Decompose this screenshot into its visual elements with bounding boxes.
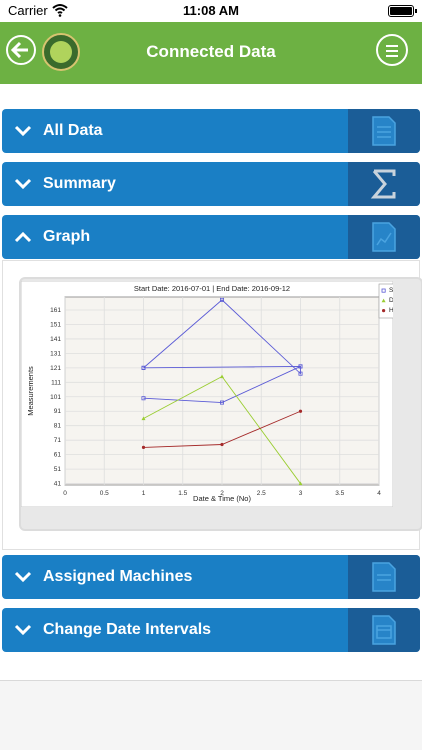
section-label: Change Date Intervals [43,621,212,638]
nav-bar: Connected Data [0,22,422,84]
line-chart: 0 0.5 1 1.5 2 2.5 3 3.5 441516171819110111112113… [21,281,393,507]
section-icon-box [348,215,420,259]
x-tick-label: 2.5 [257,490,266,497]
y-axis-label: Measurements [26,366,35,416]
sigma-icon [370,169,396,199]
section-label: Summary [43,175,116,192]
y-tick-label: 111 [51,379,61,386]
clock: 11:08 AM [183,3,239,18]
chevron-down-icon [14,178,32,190]
y-tick-label: 61 [54,452,62,459]
y-tick-label: 101 [50,394,61,401]
chevron-down-icon [14,624,32,636]
y-tick-label: 71 [54,437,62,444]
x-tick-label: 3 [299,490,303,497]
data-point-hr [298,409,303,413]
legend-label-dia: DIA [389,297,393,304]
y-tick-label: 51 [54,466,62,473]
menu-button[interactable] [376,34,408,66]
hamburger-line [386,55,398,57]
y-tick-label: 41 [54,481,62,488]
chart-title: Start Date: 2016-07-01 | End Date: 2016-… [134,284,290,293]
section-summary[interactable]: Summary [2,162,420,206]
hamburger-line [386,50,398,52]
chevron-down-icon [14,571,32,583]
y-tick-label: 121 [50,365,61,372]
x-tick-label: 1 [142,490,146,497]
chevron-up-icon [14,231,32,243]
section-assigned-machines[interactable]: Assigned Machines [2,555,420,599]
x-tick-label: 0 [63,490,67,497]
chevron-down-icon [14,125,32,137]
legend-label-sys: SYS [389,287,393,294]
section-icon-box [348,109,420,153]
y-tick-label: 81 [54,423,62,430]
section-icon-box [348,162,420,206]
section-icon-box [348,555,420,599]
section-label: All Data [43,122,103,139]
y-tick-label: 151 [50,321,61,328]
section-change-date-intervals[interactable]: Change Date Intervals [2,608,420,652]
x-tick-label: 4 [377,490,381,497]
content-area: All Data Summary Graph 0 0.5 1 1.5 2 2.5… [0,84,422,680]
section-label: Assigned Machines [43,568,193,585]
x-tick-label: 0.5 [100,490,109,497]
x-axis-label: Date & Time (No) [193,494,251,503]
bottom-area [0,681,422,750]
graph-panel: 0 0.5 1 1.5 2 2.5 3 3.5 4 41 51 61 71 81 91 101 111 121 13… [2,260,422,550]
document-icon [372,116,396,146]
status-bar: Carrier 11:08 AM [0,0,422,22]
section-all-data[interactable]: All Data [2,109,420,153]
x-tick-label: 3.5 [335,490,344,497]
battery-icon [388,5,414,17]
section-icon-box [348,608,420,652]
calendar-doc-icon [372,615,396,645]
legend-label-hr: HR [389,307,393,314]
page-title: Connected Data [146,42,276,61]
data-point-hr [220,442,224,447]
legend-marker-hr [382,309,386,313]
y-tick-label: 141 [50,336,61,343]
battery-tip [415,9,417,13]
data-point-hr [141,445,146,449]
section-graph[interactable]: Graph [2,215,420,259]
y-tick-label: 131 [50,350,61,357]
section-label: Graph [43,228,91,245]
y-tick-label: 161 [50,307,61,314]
document-icon [372,562,396,592]
y-tick-label: 91 [54,408,62,415]
chart-doc-icon [372,222,396,252]
x-tick-label: 1.5 [178,490,187,497]
hamburger-icon [386,45,398,47]
